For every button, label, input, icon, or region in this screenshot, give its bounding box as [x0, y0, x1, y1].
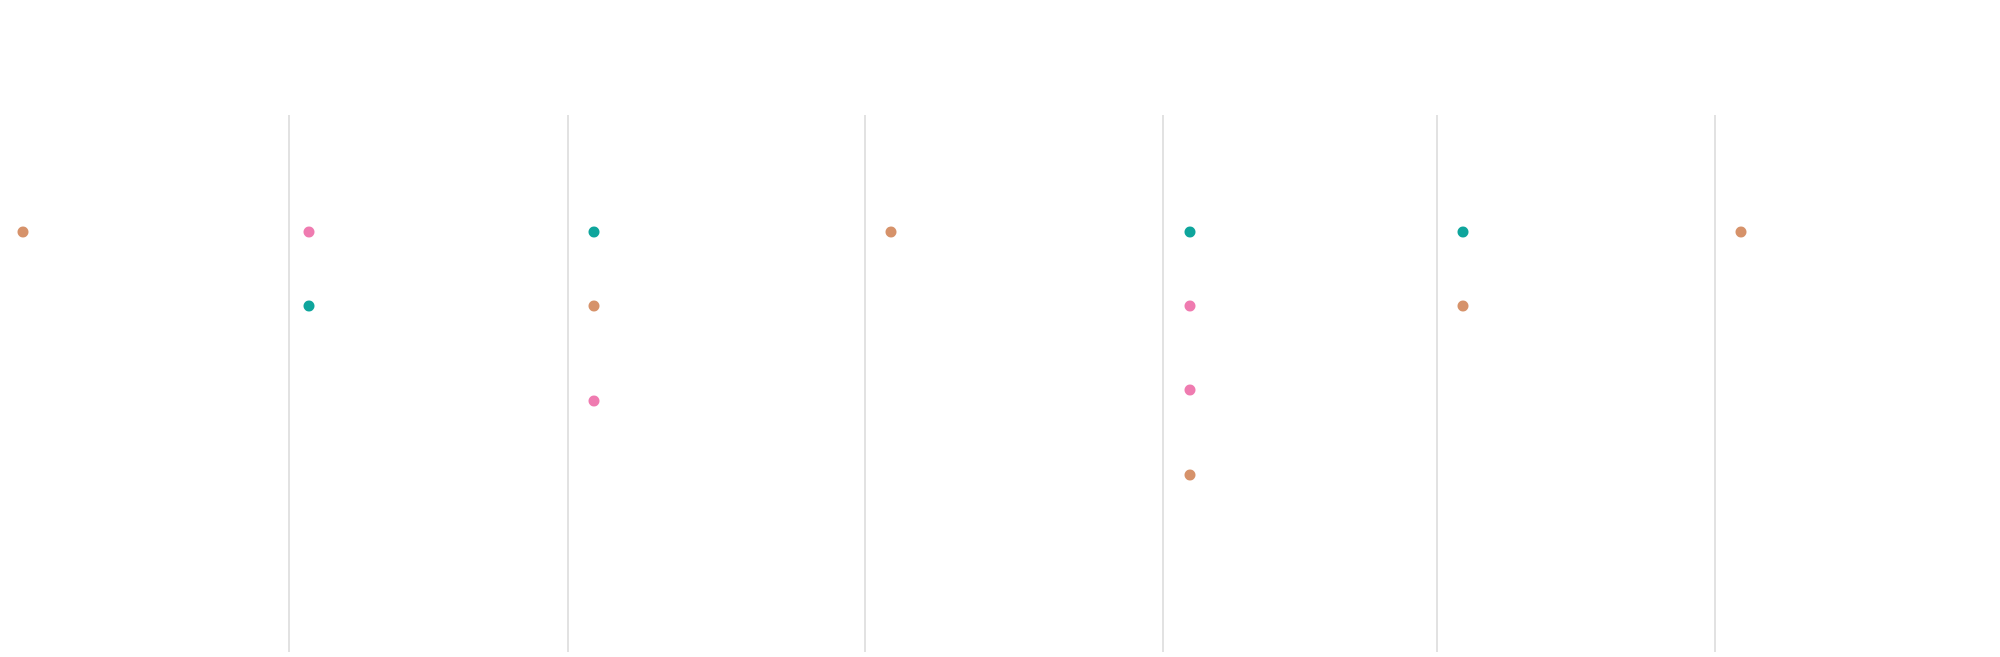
- dot-teal-col2-row2: [303, 300, 315, 312]
- dot-orange-col6-row2: [1457, 300, 1469, 312]
- dot-orange-col7-row1: [1735, 226, 1747, 238]
- dot-marks: [17, 226, 1747, 481]
- dot-pink-col5-row2: [1184, 300, 1196, 312]
- column-dividers: [288, 115, 1716, 652]
- dot-pink-col5-row3: [1184, 384, 1196, 396]
- dot-orange-col1-row1: [17, 226, 29, 238]
- dot-teal-col6-row1: [1457, 226, 1469, 238]
- dot-orange-col5-row4: [1184, 469, 1196, 481]
- dot-pink-col2-row1: [303, 226, 315, 238]
- dot-column-diagram: [0, 0, 2000, 652]
- diagram-svg: [17, 115, 1747, 652]
- dot-teal-col3-row1: [588, 226, 600, 238]
- dot-teal-col5-row1: [1184, 226, 1196, 238]
- dot-orange-col4-row1: [885, 226, 897, 238]
- dot-orange-col3-row2: [588, 300, 600, 312]
- dot-pink-col3-row3: [588, 395, 600, 407]
